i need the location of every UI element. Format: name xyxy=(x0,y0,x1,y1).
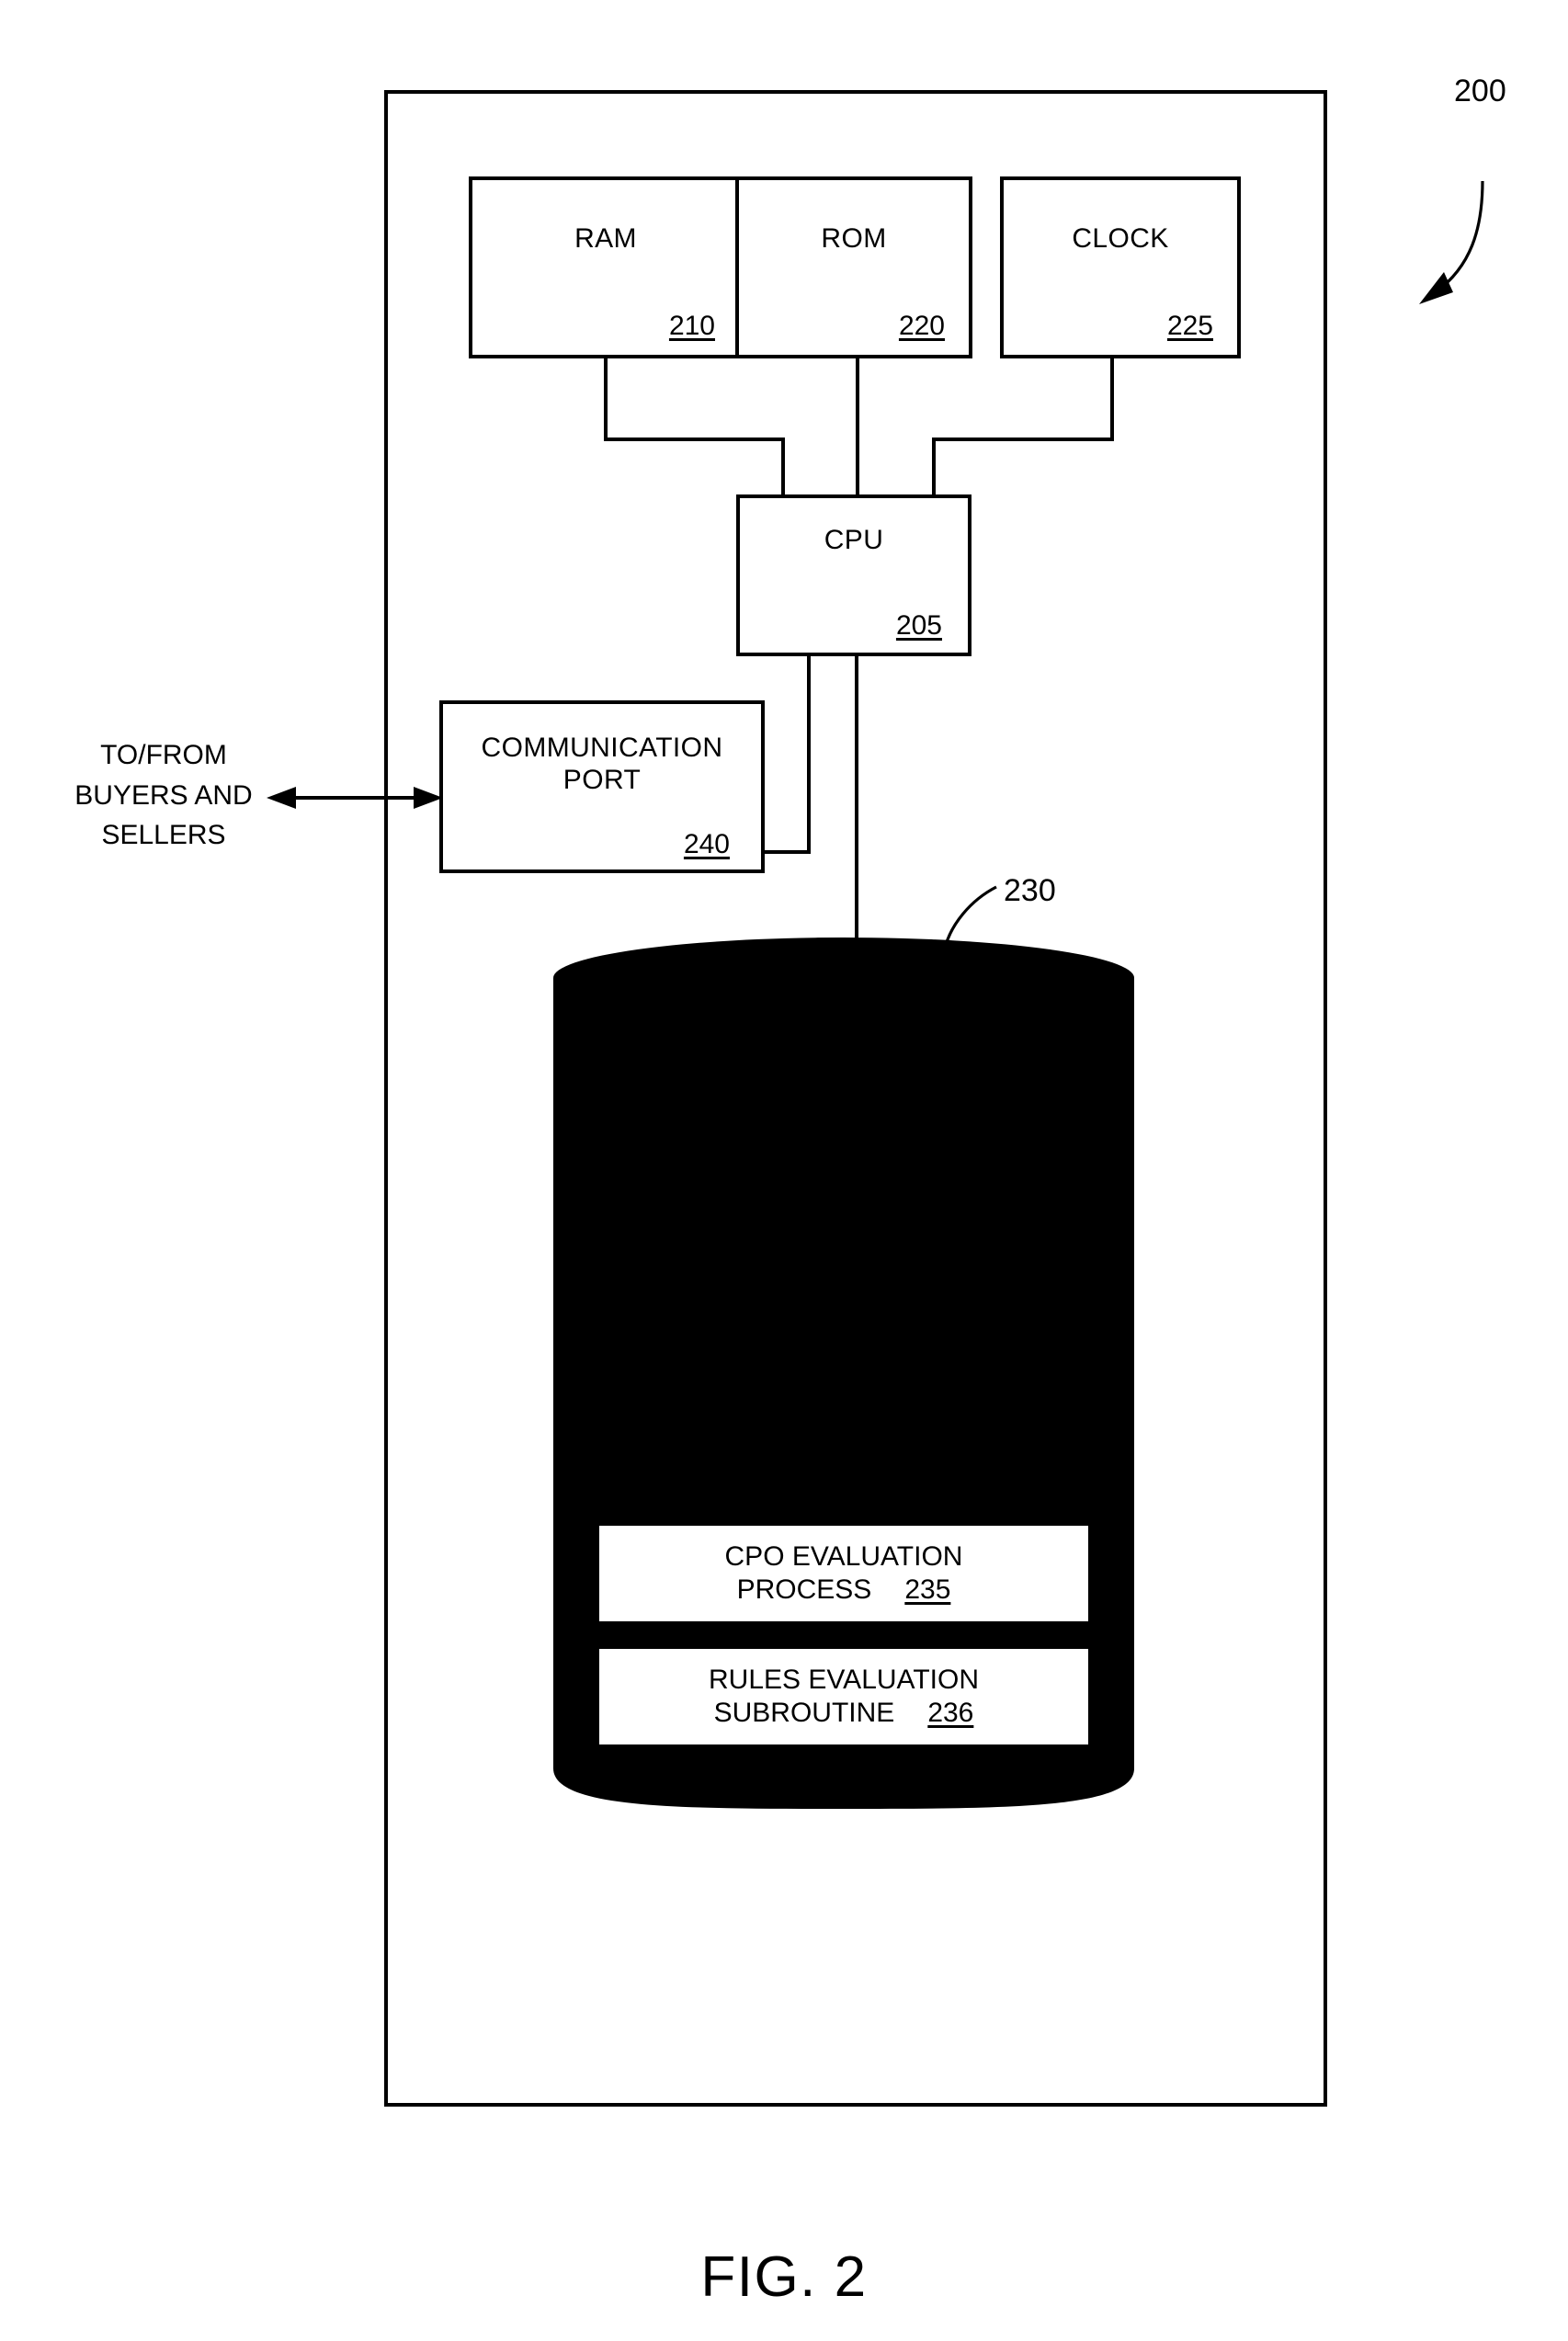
storage-item-seller-database-ref: 231 xyxy=(908,1090,955,1120)
storage-item-offer-database-line2: DATABASE xyxy=(733,1333,876,1363)
storage-item-offer-database-line1: OFFER xyxy=(797,1300,891,1330)
storage-item-cpo-evaluation-process: CPO EVALUATION PROCESS 235 xyxy=(596,1522,1092,1625)
node-ram-title: RAM xyxy=(574,223,637,254)
leader-line-200 xyxy=(1435,180,1484,294)
external-endpoint-label: TO/FROM BUYERS AND SELLERS xyxy=(74,740,253,850)
node-cpu-ref: 205 xyxy=(895,610,942,641)
storage-item-rules-evaluation-subroutine: RULES EVALUATION SUBROUTINE 236 xyxy=(596,1645,1092,1748)
storage-item-seller-rules-database-line2: DATABASE xyxy=(733,1454,876,1484)
connector-cpu-to-comm-port xyxy=(763,654,811,854)
node-ram-ref: 210 xyxy=(668,311,715,341)
storage-item-seller-rules-database-line1: SELLER RULES xyxy=(741,1421,947,1451)
node-clock-title: CLOCK xyxy=(1072,223,1169,254)
node-communication-port-ref: 240 xyxy=(683,829,730,859)
node-cpu-title: CPU xyxy=(824,525,884,555)
storage-item-cpo-evaluation-process-line2: PROCESS xyxy=(736,1574,872,1605)
storage-item-buyer-database-text: BUYER DATABASE 232 xyxy=(596,1156,1092,1265)
storage-item-offer-database-ref: 233 xyxy=(908,1333,955,1363)
node-rom-ref: 220 xyxy=(898,311,945,341)
storage-item-offer-database-text: OFFER DATABASE 233 xyxy=(596,1278,1092,1386)
storage-item-seller-rules-database-text: SELLER RULES DATABASE 234 xyxy=(596,1399,1092,1507)
storage-item-seller-database-text: SELLER DATABASE 231 xyxy=(596,1035,1092,1143)
storage-item-cpo-evaluation-process-line1: CPO EVALUATION xyxy=(724,1541,963,1572)
figure-caption: FIG. 2 xyxy=(700,2245,868,2309)
leader-arrowhead-200 xyxy=(1419,272,1453,304)
node-rom-title: ROM xyxy=(821,223,887,254)
storage-item-rules-evaluation-subroutine-line2: SUBROUTINE xyxy=(713,1698,895,1728)
connector-ram-to-cpu xyxy=(604,358,785,498)
storage-item-rules-evaluation-subroutine-line1: RULES EVALUATION xyxy=(709,1665,979,1695)
storage-item-buyer-database: BUYER DATABASE 232 xyxy=(596,1156,1092,1265)
node-ram: RAM 210 xyxy=(469,176,743,358)
reference-numeral-200: 200 xyxy=(1454,74,1506,108)
connector-clock-to-cpu xyxy=(932,358,1114,498)
storage-item-buyer-database-line2: DATABASE xyxy=(733,1211,876,1242)
node-cpu: CPU 205 xyxy=(736,494,971,656)
storage-item-offer-database: OFFER DATABASE 233 xyxy=(596,1278,1092,1386)
patent-figure-2: 200 RAM 210 ROM 220 CLOCK 225 CPU 205 CO… xyxy=(0,0,1568,2341)
node-clock: CLOCK 225 xyxy=(1000,176,1241,358)
storage-item-seller-rules-database: SELLER RULES DATABASE 234 xyxy=(596,1399,1092,1507)
storage-item-seller-database-line2: DATABASE xyxy=(733,1090,876,1120)
storage-item-seller-database: SELLER DATABASE 231 xyxy=(596,1035,1092,1143)
storage-item-seller-database-line1: SELLER xyxy=(790,1057,897,1087)
storage-item-seller-rules-database-ref: 234 xyxy=(908,1454,955,1484)
storage-item-buyer-database-line1: BUYER xyxy=(796,1178,892,1209)
storage-item-buyer-database-ref: 232 xyxy=(908,1211,955,1242)
node-communication-port: COMMUNICATION PORT 240 xyxy=(439,700,765,873)
node-communication-port-title-line1: COMMUNICATION xyxy=(481,733,723,763)
storage-cylinder-230: SELLER DATABASE 231 BUYER DATABASE 232 O… xyxy=(550,921,1138,1827)
reference-numeral-230: 230 xyxy=(1004,873,1056,908)
node-clock-ref: 225 xyxy=(1166,311,1213,341)
storage-item-rules-evaluation-subroutine-ref: 236 xyxy=(927,1698,974,1728)
node-communication-port-title-line2: PORT xyxy=(562,765,642,796)
storage-item-cpo-evaluation-process-ref: 235 xyxy=(904,1574,951,1605)
node-rom: ROM 220 xyxy=(735,176,972,358)
